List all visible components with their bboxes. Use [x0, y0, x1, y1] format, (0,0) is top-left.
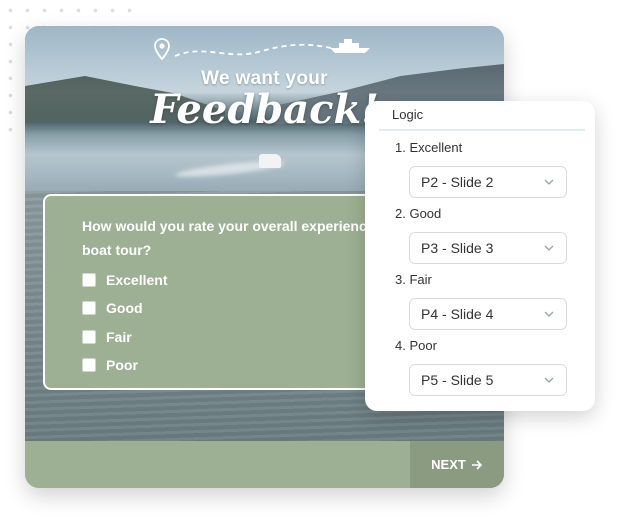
- rule-label-poor: 4. Poor: [395, 338, 437, 353]
- option-label: Excellent: [106, 272, 168, 288]
- chevron-down-icon: [544, 245, 554, 251]
- select-value: P2 - Slide 2: [421, 174, 494, 190]
- option-poor[interactable]: Poor: [82, 355, 138, 375]
- logic-divider: [379, 129, 585, 131]
- option-label: Poor: [106, 357, 138, 373]
- chevron-down-icon: [544, 377, 554, 383]
- select-value: P5 - Slide 5: [421, 372, 494, 388]
- rule-label-fair: 3. Fair: [395, 272, 432, 287]
- ship-icon: [330, 39, 370, 53]
- rule-label-excellent: 1. Excellent: [395, 140, 463, 155]
- location-pin-icon: [154, 38, 170, 60]
- option-good[interactable]: Good: [82, 298, 143, 318]
- survey-footer: NEXT: [25, 441, 504, 488]
- rule-label-good: 2. Good: [395, 206, 442, 221]
- dashed-route-line: [174, 43, 332, 57]
- question-text: How would you rate your overall experien…: [82, 218, 375, 258]
- checkbox[interactable]: [82, 273, 96, 287]
- checkbox[interactable]: [82, 301, 96, 315]
- option-label: Fair: [106, 329, 132, 345]
- chevron-down-icon: [544, 179, 554, 185]
- select-value: P3 - Slide 3: [421, 240, 494, 256]
- logic-title: Logic: [392, 107, 424, 122]
- question-panel: How would you rate your overall experien…: [43, 194, 383, 390]
- boat: [259, 154, 281, 168]
- rule-select-poor[interactable]: P5 - Slide 5: [409, 364, 567, 396]
- rule-select-fair[interactable]: P4 - Slide 4: [409, 298, 567, 330]
- option-label: Good: [106, 300, 143, 316]
- next-button[interactable]: NEXT: [410, 441, 504, 488]
- checkbox[interactable]: [82, 330, 96, 344]
- next-button-label: NEXT: [431, 457, 466, 472]
- rule-select-good[interactable]: P3 - Slide 3: [409, 232, 567, 264]
- checkbox[interactable]: [82, 358, 96, 372]
- select-value: P4 - Slide 4: [421, 306, 494, 322]
- rule-select-excellent[interactable]: P2 - Slide 2: [409, 166, 567, 198]
- option-fair[interactable]: Fair: [82, 327, 132, 347]
- arrow-right-icon: [471, 459, 482, 470]
- chevron-down-icon: [544, 311, 554, 317]
- option-excellent[interactable]: Excellent: [82, 270, 167, 290]
- logic-panel: Logic 1. Excellent P2 - Slide 2 2. Good …: [365, 101, 595, 411]
